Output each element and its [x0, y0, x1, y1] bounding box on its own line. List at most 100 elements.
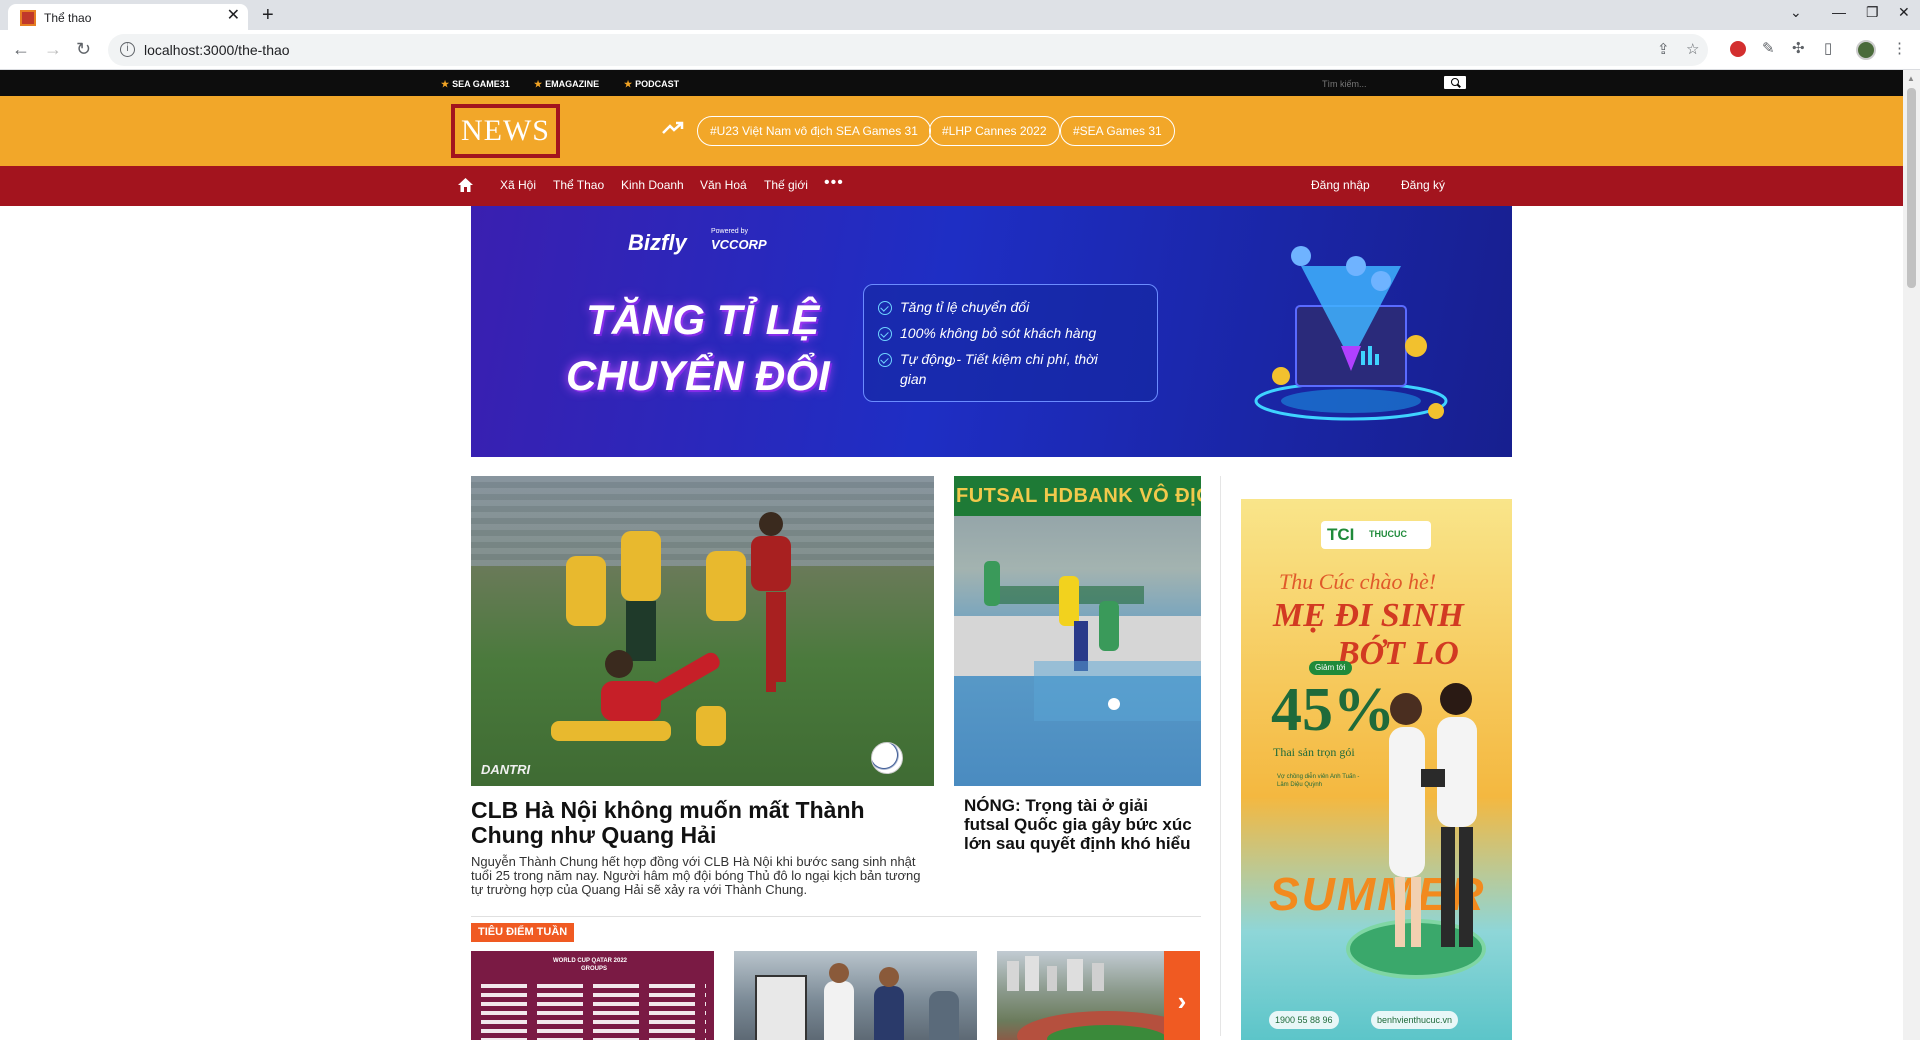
bookmark-star-icon[interactable]: ☆	[1686, 41, 1699, 59]
side-article-title[interactable]: NÓNG: Trọng tài ở giải futsal Quốc gia g…	[964, 796, 1194, 853]
benefit-item: Tự động - Tiết kiệm chi phí, thời	[878, 351, 1098, 368]
tab-search-icon[interactable]: ⌄	[1790, 4, 1802, 21]
powered-by-text: Powered by	[711, 228, 748, 235]
trending-tag[interactable]: #LHP Cannes 2022	[929, 116, 1060, 146]
ad-script-line: Thu Cúc chào hè!	[1279, 569, 1437, 594]
menu-kebab-icon[interactable]: ⋮	[1892, 40, 1907, 58]
tci-logo: TCI THUCUC	[1321, 521, 1431, 549]
thumbnail-tennis[interactable]	[734, 951, 977, 1040]
benefit-label: Tăng tỉ lệ chuyển đổi	[900, 299, 1030, 315]
puzzle-icon[interactable]: ✣	[1792, 40, 1805, 58]
banner-benefits-box: Tăng tỉ lệ chuyển đổi 100% không bỏ sót …	[863, 284, 1158, 402]
section-label: TIÊU ĐIỂM TUẦN	[471, 923, 575, 942]
topbar-link-seagame[interactable]: ★ SEA GAME31	[441, 79, 510, 90]
topbar-link-label: SEA GAME31	[452, 79, 510, 89]
site-header: NEWS #U23 Việt Nam vô địch SEA Games 31 …	[0, 96, 1903, 166]
benefit-label: Tự động - Tiết kiệm chi phí, thời	[900, 351, 1098, 367]
forward-icon[interactable]: →	[44, 38, 62, 60]
logo-inner: NEWS	[455, 108, 556, 154]
register-link[interactable]: Đăng ký	[1401, 178, 1445, 192]
reload-icon[interactable]: ↻	[76, 38, 91, 60]
futsal-scene-icon	[954, 561, 1201, 721]
browser-tabstrip: Thể thao ✕ + ⌄ — ❐ ✕	[0, 0, 1920, 34]
loading-icon	[946, 356, 955, 365]
nav-item-van-hoa[interactable]: Văn Hoá	[700, 178, 747, 192]
topbar-link-label: PODCAST	[635, 79, 680, 89]
section-divider	[471, 916, 1201, 917]
thumbnail-worldcup[interactable]: WORLD CUP QATAR 2022 GROUPS	[471, 951, 714, 1040]
banner-headline-2: CHUYỂN ĐỔI	[566, 352, 830, 399]
profile-avatar[interactable]	[1856, 40, 1876, 60]
page-scrollbar[interactable]: ▲	[1903, 70, 1920, 1040]
carousel-next-icon[interactable]: ›	[1164, 951, 1200, 1040]
search-input[interactable]	[1322, 76, 1462, 91]
check-icon	[878, 301, 892, 316]
check-icon	[878, 327, 892, 342]
tennis-scene-icon	[755, 963, 959, 1040]
benefit-label: 100% không bỏ sót khách hàng	[900, 325, 1097, 341]
banner-headline-1: TĂNG TỈ LỆ	[586, 296, 820, 343]
scroll-up-icon[interactable]: ▲	[1907, 74, 1915, 83]
ad-package-text: Thai sản trọn gói	[1273, 745, 1355, 759]
home-icon[interactable]	[458, 178, 473, 192]
search-icon[interactable]	[1444, 76, 1466, 89]
site-logo[interactable]: NEWS	[451, 104, 560, 158]
football-icon	[871, 742, 903, 774]
ad-website: benhvienthucuc.vn	[1371, 1011, 1459, 1029]
tci-brand: TCI	[1327, 525, 1355, 544]
restore-icon[interactable]: ❐	[1866, 4, 1879, 21]
trending-tag[interactable]: #SEA Games 31	[1060, 116, 1175, 146]
side-panel-icon[interactable]: ▯	[1824, 40, 1832, 58]
new-tab-button[interactable]: +	[262, 4, 274, 26]
extension-icon[interactable]	[1730, 41, 1746, 57]
back-icon[interactable]: ←	[12, 38, 30, 60]
close-tab-icon[interactable]: ✕	[227, 8, 240, 24]
favicon-icon	[20, 10, 36, 26]
window-close-icon[interactable]: ✕	[1898, 4, 1910, 21]
nav-item-the-gioi[interactable]: Thế giới	[764, 178, 808, 192]
extension-color-icon[interactable]: ✎	[1762, 40, 1775, 58]
star-icon: ★	[624, 79, 633, 89]
ad-headline-1: MẸ ĐI SINH	[1273, 597, 1464, 634]
vccorp-logo: VCCORP	[711, 237, 767, 252]
thumbnail-caption: WORLD CUP QATAR 2022	[553, 958, 628, 964]
benefit-item-cont: gian	[900, 371, 927, 387]
main-article-title[interactable]: CLB Hà Nội không muốn mất Thành Chung nh…	[471, 798, 941, 848]
nav-item-the-thao[interactable]: Thể Thao	[553, 178, 604, 192]
check-icon	[878, 353, 892, 368]
trending-icon	[662, 121, 684, 134]
funnel-illustration-icon	[1254, 246, 1448, 421]
more-menu-icon[interactable]: •••	[824, 174, 844, 192]
bizfly-logo: Bizfly	[628, 230, 687, 255]
topbar-link-podcast[interactable]: ★ PODCAST	[624, 79, 679, 90]
ad-discount-badge: Giảm tới	[1309, 661, 1352, 675]
page-viewport: ★SEA GAME31 ★EMAGAZINE ★PODCAST NEWS #U2…	[0, 70, 1903, 1040]
futsal-banner-text: FUTSAL HDBANK VÔ ĐỊCH QUỐC	[954, 476, 1201, 516]
url-text[interactable]: localhost:3000/the-thao	[144, 42, 290, 58]
topbar-link-emagazine[interactable]: ★ EMAGAZINE	[534, 79, 599, 90]
nav-item-kinh-doanh[interactable]: Kinh Doanh	[621, 178, 684, 192]
scroll-thumb[interactable]	[1907, 88, 1916, 288]
banner-ad[interactable]: Bizfly Powered by VCCORP TĂNG TỈ LỆ CHUY…	[471, 206, 1512, 457]
topbar-link-label: EMAGAZINE	[545, 79, 600, 89]
main-article-image[interactable]: DANTRI	[471, 476, 934, 786]
site-info-icon[interactable]: i	[120, 42, 135, 57]
star-icon: ★	[534, 79, 543, 89]
minimize-icon[interactable]: —	[1832, 4, 1846, 20]
tci-brand-sub: THUCUC	[1369, 529, 1407, 539]
login-link[interactable]: Đăng nhập	[1311, 178, 1370, 192]
tab-title: Thể thao	[44, 11, 92, 25]
share-icon[interactable]: ⇪	[1657, 41, 1670, 59]
address-bar[interactable]: i localhost:3000/the-thao ⇪ ☆	[108, 34, 1708, 66]
main-nav: Xã Hội Thể Thao Kinh Doanh Văn Hoá Thế g…	[0, 166, 1903, 206]
football-scene-icon	[551, 512, 791, 746]
side-ad[interactable]: TCI THUCUC Thu Cúc chào hè! MẸ ĐI SINH B…	[1241, 499, 1512, 1040]
nav-item-xa-hoi[interactable]: Xã Hội	[500, 178, 536, 192]
star-icon: ★	[441, 79, 450, 89]
side-article-image[interactable]: FUTSAL HDBANK VÔ ĐỊCH QUỐC	[954, 476, 1201, 786]
image-watermark: DANTRI	[481, 762, 531, 777]
trending-tag[interactable]: #U23 Việt Nam vô địch SEA Games 31	[697, 116, 931, 146]
ad-headline-2: BỚT LO	[1337, 635, 1459, 672]
groups-grid	[481, 981, 706, 1040]
benefit-item: Tăng tỉ lệ chuyển đổi	[878, 299, 1030, 316]
